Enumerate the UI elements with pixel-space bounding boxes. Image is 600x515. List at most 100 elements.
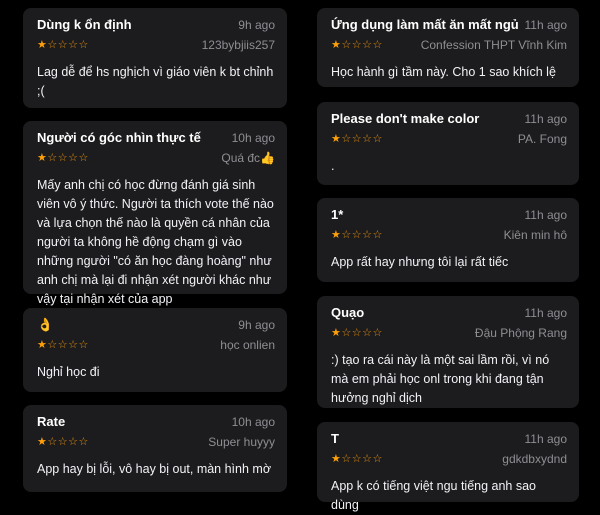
review-card[interactable]: 1* 11h ago ★☆☆☆☆ Kiên min hô App rất hay như… <box>317 198 579 282</box>
review-time: 9h ago <box>238 18 275 32</box>
review-time: 11h ago <box>524 208 568 222</box>
star-rating: ★☆☆☆☆ <box>37 338 89 351</box>
star-empty-icon: ☆ <box>351 452 363 465</box>
review-card[interactable]: Dùng k ổn định 9h ago ★☆☆☆☆ 123bybjiis257 La… <box>23 8 287 108</box>
star-empty-icon: ☆ <box>47 435 58 448</box>
review-card[interactable]: Rate 10h ago ★☆☆☆☆ Super huyyy App hay bị lỗ… <box>23 405 287 492</box>
star-empty-icon: ☆ <box>78 38 89 51</box>
review-header: T 11h ago <box>331 431 567 449</box>
review-author: PA. Fong <box>517 132 567 146</box>
star-empty-icon: ☆ <box>57 338 69 351</box>
star-empty-icon: ☆ <box>372 132 383 145</box>
star-empty-icon: ☆ <box>362 38 373 51</box>
review-time: 11h ago <box>524 18 568 32</box>
review-title: T <box>331 431 339 446</box>
review-title: Ứng dụng làm mất ăn mất ngủ <box>331 17 519 32</box>
review-title: Dùng k ổn định <box>37 17 132 32</box>
review-card[interactable]: T 11h ago ★☆☆☆☆ gdkdbxydnd App k có tiếng vi… <box>317 422 579 512</box>
star-empty-icon: ☆ <box>47 38 58 51</box>
star-empty-icon: ☆ <box>341 132 352 145</box>
review-body: App rất hay nhưng tôi lại rất tiếc <box>331 255 509 269</box>
review-body: Lag dễ để hs nghịch vì giáo viên k bt ch… <box>37 65 274 98</box>
review-title: Rate <box>37 414 66 429</box>
review-author: Kiên min hô <box>503 228 567 242</box>
star-empty-icon: ☆ <box>351 132 363 145</box>
review-title: 1* <box>331 207 344 222</box>
star-empty-icon: ☆ <box>372 38 383 51</box>
star-filled-icon: ★ <box>331 326 342 339</box>
review-body: Mấy anh chị có học đừng đánh giá sinh vi… <box>37 178 274 306</box>
review-time: 10h ago <box>231 415 275 429</box>
star-filled-icon: ★ <box>331 38 342 51</box>
star-empty-icon: ☆ <box>341 326 352 339</box>
star-rating: ★☆☆☆☆ <box>331 228 383 241</box>
star-empty-icon: ☆ <box>68 435 79 448</box>
star-filled-icon: ★ <box>37 338 48 351</box>
star-empty-icon: ☆ <box>341 452 352 465</box>
review-meta: ★☆☆☆☆ 123bybjiis257 <box>37 36 275 54</box>
review-body: . <box>331 159 335 173</box>
star-empty-icon: ☆ <box>68 338 79 351</box>
review-title: Please don't make color <box>331 111 480 126</box>
review-header: Rate 10h ago <box>37 414 275 432</box>
star-rating: ★☆☆☆☆ <box>331 452 383 465</box>
review-meta: ★☆☆☆☆ Quá đc👍 <box>37 149 275 167</box>
review-body: App k có tiếng việt ngu tiếng anh sao dù… <box>331 479 537 512</box>
review-time: 11h ago <box>524 112 568 126</box>
star-filled-icon: ★ <box>331 132 342 145</box>
star-empty-icon: ☆ <box>372 452 383 465</box>
review-time: 11h ago <box>524 432 568 446</box>
review-time: 11h ago <box>524 306 568 320</box>
review-title: 👌 <box>37 317 54 332</box>
review-meta: ★☆☆☆☆ Kiên min hô <box>331 226 567 244</box>
review-author: học onlien <box>220 338 275 352</box>
review-card[interactable]: Người có góc nhìn thực tế 10h ago ★☆☆☆☆ Quá… <box>23 121 287 306</box>
review-author: Đậu Phộng Rang <box>474 326 567 340</box>
star-rating: ★☆☆☆☆ <box>331 132 383 145</box>
star-empty-icon: ☆ <box>78 338 89 351</box>
review-author: gdkdbxydnd <box>502 452 567 466</box>
star-empty-icon: ☆ <box>362 132 373 145</box>
review-header: Please don't make color 11h ago <box>331 111 567 129</box>
review-author: Quá đc👍 <box>221 151 275 165</box>
review-body: Học hành gì tầm này. Cho 1 sao khích lệ <box>331 65 556 79</box>
star-empty-icon: ☆ <box>68 38 79 51</box>
star-filled-icon: ★ <box>331 452 342 465</box>
star-filled-icon: ★ <box>37 151 48 164</box>
star-rating: ★☆☆☆☆ <box>331 38 383 51</box>
review-meta: ★☆☆☆☆ học onlien <box>37 336 275 354</box>
review-card[interactable]: Quạo 11h ago ★☆☆☆☆ Đậu Phộng Rang:) tạo ra … <box>317 296 579 408</box>
review-author: Super huyyy <box>208 435 275 449</box>
review-header: Dùng k ổn định 9h ago <box>37 17 275 35</box>
review-time: 9h ago <box>238 318 275 332</box>
review-body: Nghỉ học đi <box>37 365 100 379</box>
star-empty-icon: ☆ <box>351 228 363 241</box>
review-author: Confession THPT Vĩnh Kim <box>420 38 567 52</box>
review-header: 1* 11h ago <box>331 207 567 225</box>
star-empty-icon: ☆ <box>78 435 89 448</box>
star-empty-icon: ☆ <box>372 326 383 339</box>
star-rating: ★☆☆☆☆ <box>37 435 89 448</box>
review-title: Người có góc nhìn thực tế <box>37 130 201 145</box>
review-author: 123bybjiis257 <box>201 38 275 52</box>
review-header: 👌 9h ago <box>37 317 275 335</box>
review-title: Quạo <box>331 305 365 320</box>
star-empty-icon: ☆ <box>351 38 363 51</box>
star-rating: ★☆☆☆☆ <box>331 326 383 339</box>
review-card[interactable]: Ứng dụng làm mất ăn mất ngủ 11h ago ★☆☆☆☆ C… <box>317 8 579 87</box>
star-empty-icon: ☆ <box>362 326 373 339</box>
review-header: Người có góc nhìn thực tế 10h ago <box>37 130 275 148</box>
review-body: App hay bị lỗi, vô hay bị out, màn hình … <box>37 462 272 476</box>
review-time: 10h ago <box>231 131 275 145</box>
star-rating: ★☆☆☆☆ <box>37 38 89 51</box>
star-empty-icon: ☆ <box>57 435 69 448</box>
review-card[interactable]: 👌 9h ago ★☆☆☆☆ học onlien Nghỉ học đi <box>23 308 287 392</box>
review-header: Ứng dụng làm mất ăn mất ngủ 11h ago <box>331 17 567 35</box>
review-card[interactable]: Please don't make color 11h ago ★☆☆☆☆ PA. F… <box>317 102 579 185</box>
review-meta: ★☆☆☆☆ Confession THPT Vĩnh Kim <box>331 36 567 54</box>
star-empty-icon: ☆ <box>57 38 69 51</box>
star-filled-icon: ★ <box>331 228 342 241</box>
star-empty-icon: ☆ <box>47 338 58 351</box>
star-rating: ★☆☆☆☆ <box>37 151 89 164</box>
star-filled-icon: ★ <box>37 38 48 51</box>
